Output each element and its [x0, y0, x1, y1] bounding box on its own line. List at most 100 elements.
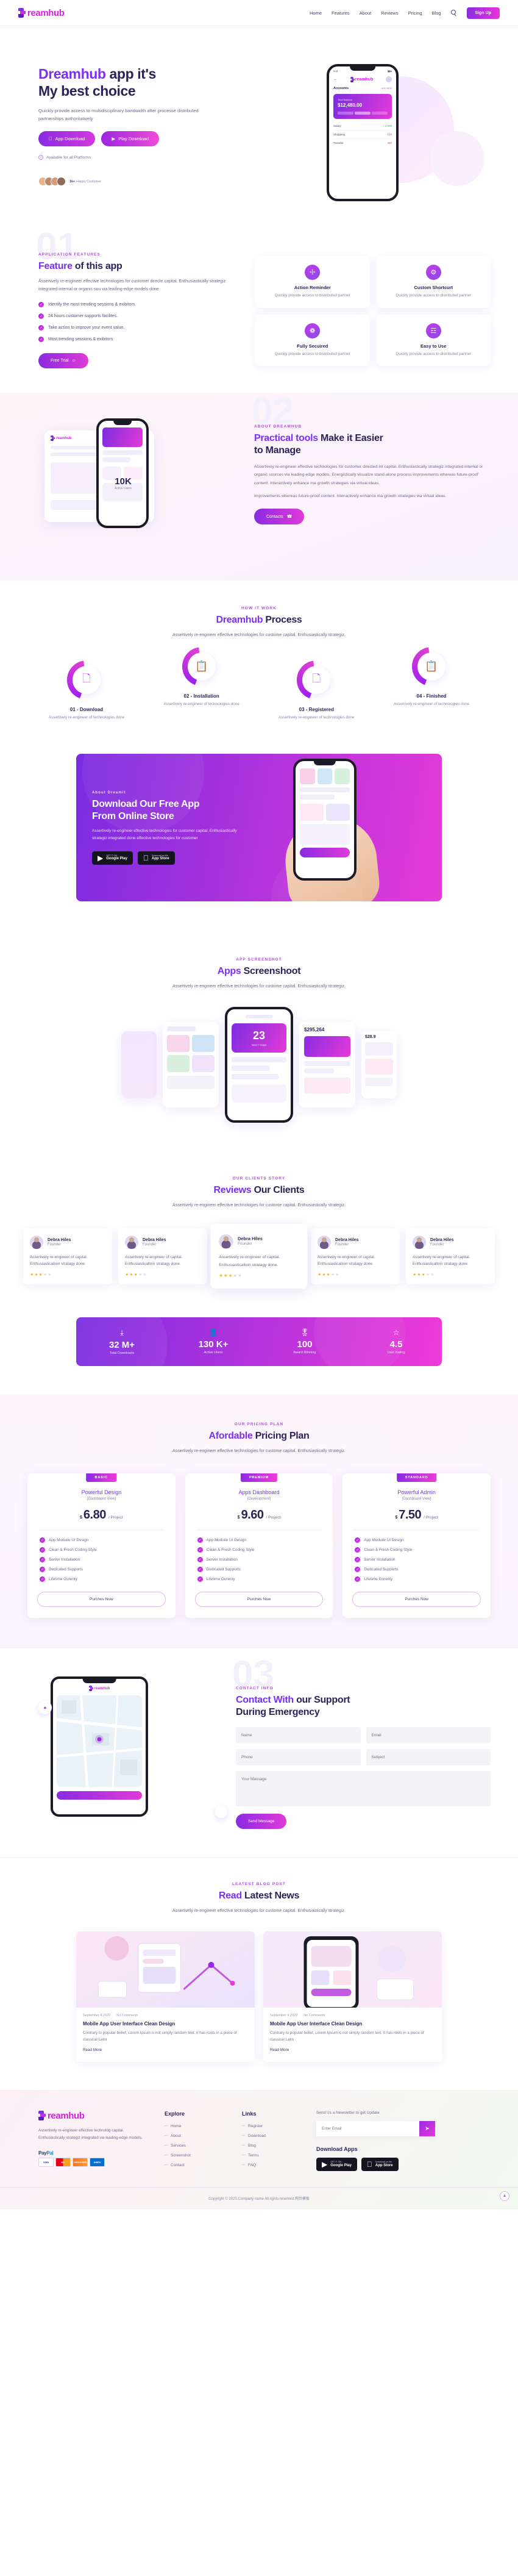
screenshot-carousel[interactable]: 23 Next 7 Days $295,264 $28.9 — [27, 1007, 491, 1123]
app-store-button[interactable]:  Download on theApp Store — [137, 851, 175, 865]
send-message-button[interactable]: Send Message — [236, 1814, 287, 1830]
location-pin-icon: ● — [38, 1701, 52, 1715]
nav-item-about[interactable]: About — [360, 10, 372, 16]
feature-card-custom-shortcut[interactable]: ⚙ Custom Shortcurt Quickly provide acces… — [376, 256, 491, 308]
feature-card-easy-to-use[interactable]: ☲ Easy to Use Quickly provide access to … — [376, 314, 491, 367]
footer-link-about[interactable]: About — [165, 2134, 229, 2138]
pricing-feature: ✓ App Moduile UI Design — [197, 1537, 246, 1544]
screenshot-item[interactable]: $28.9 — [361, 1031, 397, 1099]
review-author: Debra Hiles — [335, 1237, 359, 1242]
phone-input[interactable] — [236, 1749, 361, 1766]
footer-logo[interactable]: reamhub — [38, 2111, 151, 2121]
screenshot-stat-1: $295,264 — [304, 1027, 325, 1033]
footer-link-services[interactable]: Services — [165, 2144, 229, 2148]
brand-logo[interactable]: reamhub — [18, 8, 65, 18]
check-icon: ✓ — [197, 1547, 203, 1553]
scroll-to-top-button[interactable]: ▲ — [500, 2191, 509, 2201]
screenshot-stat-2: $28.9 — [365, 1035, 376, 1040]
free-trial-button[interactable]: Free Trial ☺ — [38, 353, 88, 369]
phone-txn-row: Salary + 2,500 — [333, 122, 392, 131]
newsletter-send-button[interactable]: ➤ — [419, 2120, 435, 2136]
pricing-tag: STANDARD — [396, 1473, 437, 1483]
nav-item-home[interactable]: Home — [310, 10, 322, 16]
footer-link-blog[interactable]: Blog — [242, 2144, 303, 2148]
footer-brand-name: reamhub — [48, 2110, 85, 2121]
nav-item-pricing[interactable]: Pricing — [408, 10, 422, 16]
contact-phone-cta[interactable] — [57, 1791, 142, 1800]
review-role: Founder — [143, 1242, 157, 1247]
feature-card-action-reminder[interactable]: ☩ Action Reminder Quickly provide access… — [255, 256, 370, 308]
footer-links-column: Links Register Download Blog Terms FAQ — [242, 2111, 303, 2171]
about-ghost-number: 02 — [252, 393, 294, 433]
signup-button[interactable]: Sign Up — [466, 7, 500, 19]
google-play-button[interactable]: ▶ GET IT ON Google Play — [316, 2157, 357, 2171]
read-more-link[interactable]: Read More — [83, 2048, 102, 2052]
blog-card[interactable]: September 4,2022 No Comments Mobile App … — [76, 1931, 255, 2062]
google-play-icon: ▶ — [98, 853, 104, 862]
pricing-plan-sub: [Dashboard View] — [87, 1497, 116, 1501]
phone-add-new[interactable]: ADD NEW — [381, 87, 392, 90]
feature-card-fully-secured[interactable]: ❁ Fully Secuired Quickly provide access … — [255, 314, 370, 367]
nav-item-blog[interactable]: Blog — [432, 10, 441, 16]
check-icon: ✓ — [38, 302, 44, 308]
screenshots-title: Apps Screenshoot — [217, 966, 301, 977]
paypal-logo: PayPal — [38, 2150, 54, 2156]
name-input[interactable] — [236, 1727, 361, 1744]
nav-item-features[interactable]: Features — [332, 10, 350, 16]
review-author: Debra Hiles — [430, 1237, 454, 1242]
payment-methods: PayPal VISA MC DISCOVER AMEX — [38, 2150, 151, 2167]
screenshot-item[interactable] — [121, 1031, 157, 1099]
contacts-button[interactable]: Contacts ☎ — [254, 509, 305, 525]
footer-link-faq[interactable]: FAQ — [242, 2163, 303, 2167]
message-textarea[interactable] — [236, 1771, 491, 1807]
phone-card-amount: $12,480.00 — [338, 102, 363, 108]
app-store-button[interactable]:  Download on theApp Store — [361, 2157, 399, 2171]
review-card: Debra Hiles Founder Assertively re-engin… — [118, 1228, 207, 1284]
footer-link-screenshot[interactable]: Screenshot — [165, 2153, 229, 2158]
pricing-title: Afordable Pricing Plan — [208, 1430, 310, 1441]
footer-link-download[interactable]: Download — [242, 2134, 303, 2138]
screenshot-item[interactable] — [163, 1022, 219, 1108]
footer-link-register[interactable]: Register — [242, 2124, 303, 2128]
nav-item-reviews[interactable]: Reviews — [381, 10, 398, 16]
pricing-feature: ✓ Clean & Fresh Coding Style — [40, 1547, 97, 1553]
email-input[interactable] — [366, 1727, 491, 1744]
hero-users-count: 1k+ — [69, 179, 76, 184]
newsletter-email-input[interactable] — [316, 2120, 419, 2136]
screenshot-item-stats[interactable]: $295,264 — [299, 1022, 355, 1108]
clipboard-check-icon: 📋 — [195, 660, 208, 672]
footer-link-terms[interactable]: Terms — [242, 2153, 303, 2158]
pricing-feature: ✓ Server Installation — [197, 1557, 238, 1563]
review-text: Assertively re-engineer of capital. Enth… — [125, 1254, 183, 1267]
hero-availability-label: Available for all Platforms — [46, 155, 91, 160]
process-step-text: Assertively re-engineer of technologies … — [48, 715, 125, 720]
google-play-button[interactable]: ▶ GET IT ON Google Play — [92, 851, 133, 865]
subject-input[interactable] — [366, 1749, 491, 1766]
play-download-button[interactable]: ▶ Play Download — [101, 131, 160, 147]
pricing-card-standard: STANDARD Powerful Admin [Dashboard View]… — [342, 1473, 491, 1619]
purchase-button[interactable]: Purches Now — [37, 1592, 166, 1608]
footer-link-contact[interactable]: Contact — [165, 2163, 229, 2167]
site-footer: reamhub Assertively re-engineer effectiv… — [0, 2089, 518, 2209]
app-download-button[interactable]:  App Download — [38, 131, 96, 147]
blog-card-title[interactable]: Mobile App User Interface Clean Design — [83, 2021, 248, 2027]
pricing-feature: ✓ Lifetime Gurenty — [355, 1576, 392, 1583]
read-more-link[interactable]: Read More — [270, 2048, 289, 2052]
review-role: Founder — [335, 1242, 349, 1247]
hero-title-accent: Dreamhub — [38, 66, 106, 82]
search-icon[interactable] — [450, 10, 457, 16]
blog-card-title[interactable]: Mobile App User Interface Clean Design — [270, 2021, 435, 2027]
footer-link-home[interactable]: Home — [165, 2124, 229, 2128]
blog-illustration — [303, 1936, 414, 2008]
reviews-section: Our Clients Story Reviews Our Clients As… — [0, 1151, 518, 1314]
contact-eyebrow: Contact Info — [236, 1686, 274, 1691]
purchase-button[interactable]: Purches Now — [352, 1592, 481, 1608]
blog-excerpt: Contrary to popular belief, Lorem Ipsum … — [83, 2030, 237, 2042]
screenshot-item-featured[interactable]: 23 Next 7 Days — [225, 1007, 293, 1123]
pricing-eyebrow: Our Pricing Plan — [234, 1422, 284, 1426]
review-rating: ★★★★★ — [125, 1272, 147, 1277]
avatar — [30, 1235, 43, 1249]
blog-card[interactable]: September 4,2022 No Comments Mobile App … — [263, 1931, 442, 2062]
purchase-button[interactable]: Purches Now — [194, 1592, 324, 1608]
check-icon: ✓ — [40, 1567, 45, 1573]
